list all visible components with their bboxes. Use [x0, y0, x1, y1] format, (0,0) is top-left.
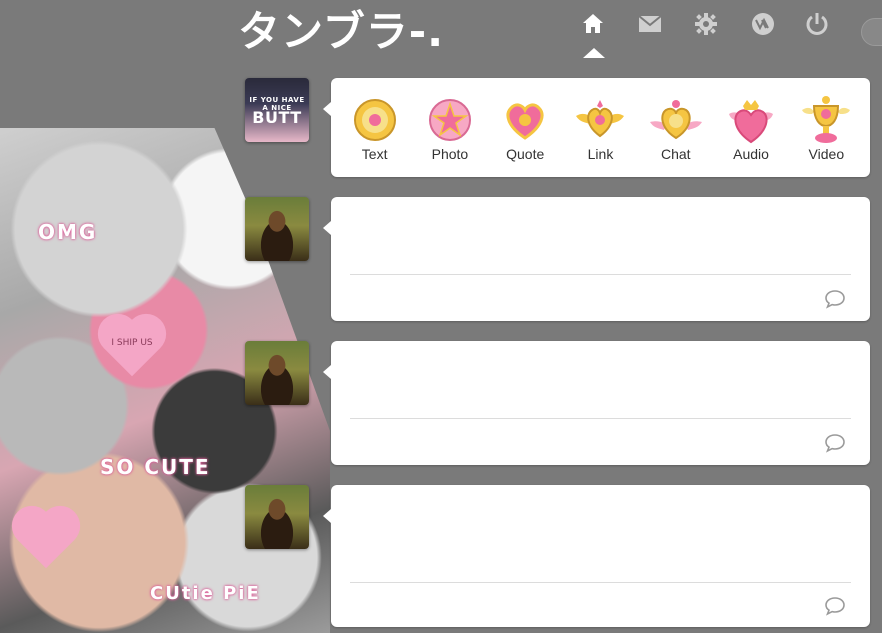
brooch-winged-heart-icon	[576, 100, 625, 138]
post-divider	[350, 582, 851, 583]
comment-icon[interactable]	[824, 433, 846, 453]
post-type-quote[interactable]: Quote	[490, 92, 560, 162]
user-avatar[interactable]: IF YOU HAVE A NICE BUTT	[245, 78, 309, 142]
post-card	[323, 485, 870, 627]
brooch-star-icon	[428, 99, 471, 141]
active-nav-indicator	[583, 48, 605, 58]
post-card	[323, 197, 870, 321]
post-type-video[interactable]: Video	[791, 92, 861, 162]
gear-icon[interactable]	[690, 8, 722, 40]
collage-so-cute-text: SO CUTE	[100, 455, 211, 479]
post-card	[323, 341, 870, 465]
comment-icon[interactable]	[824, 596, 846, 616]
post-type-photo[interactable]: Photo	[415, 92, 485, 162]
new-post-panel: Text Photo Quote Link Chat Audio Video	[323, 78, 870, 177]
power-icon[interactable]	[801, 8, 833, 40]
collage-ship-text: I SHIP US	[111, 338, 153, 348]
brooch-crystal-icon	[649, 100, 702, 140]
post-type-audio[interactable]: Audio	[716, 92, 786, 162]
collage-omg-text: OMG	[38, 220, 98, 244]
activity-icon[interactable]	[747, 8, 779, 40]
collage-cutie-pie-text: CUtie PiE	[150, 583, 261, 604]
post-avatar[interactable]	[245, 341, 309, 405]
post-type-label: Photo	[431, 146, 469, 162]
brooch-heart-icon	[506, 103, 544, 140]
post-type-chat[interactable]: Chat	[641, 92, 711, 162]
search-input[interactable]	[861, 18, 882, 46]
post-type-label: Text	[361, 146, 388, 162]
post-type-label: Quote	[506, 146, 545, 162]
post-type-label: Link	[587, 146, 614, 162]
post-avatar[interactable]	[245, 197, 309, 261]
top-nav	[0, 8, 882, 58]
post-type-label: Video	[808, 146, 845, 162]
post-type-label: Chat	[660, 146, 691, 162]
home-icon[interactable]	[577, 8, 609, 40]
post-avatar[interactable]	[245, 485, 309, 549]
comment-icon[interactable]	[824, 289, 846, 309]
post-type-label: Audio	[733, 146, 769, 162]
post-type-link[interactable]: Link	[565, 92, 635, 162]
post-divider	[350, 274, 851, 275]
post-type-text[interactable]: Text	[340, 92, 410, 162]
brooch-round-icon	[353, 99, 396, 141]
avatar-caption-big: BUTT	[252, 108, 302, 127]
post-divider	[350, 418, 851, 419]
mail-icon[interactable]	[634, 8, 666, 40]
brooch-crown-heart-icon	[729, 100, 774, 144]
chalice-icon	[802, 96, 851, 143]
